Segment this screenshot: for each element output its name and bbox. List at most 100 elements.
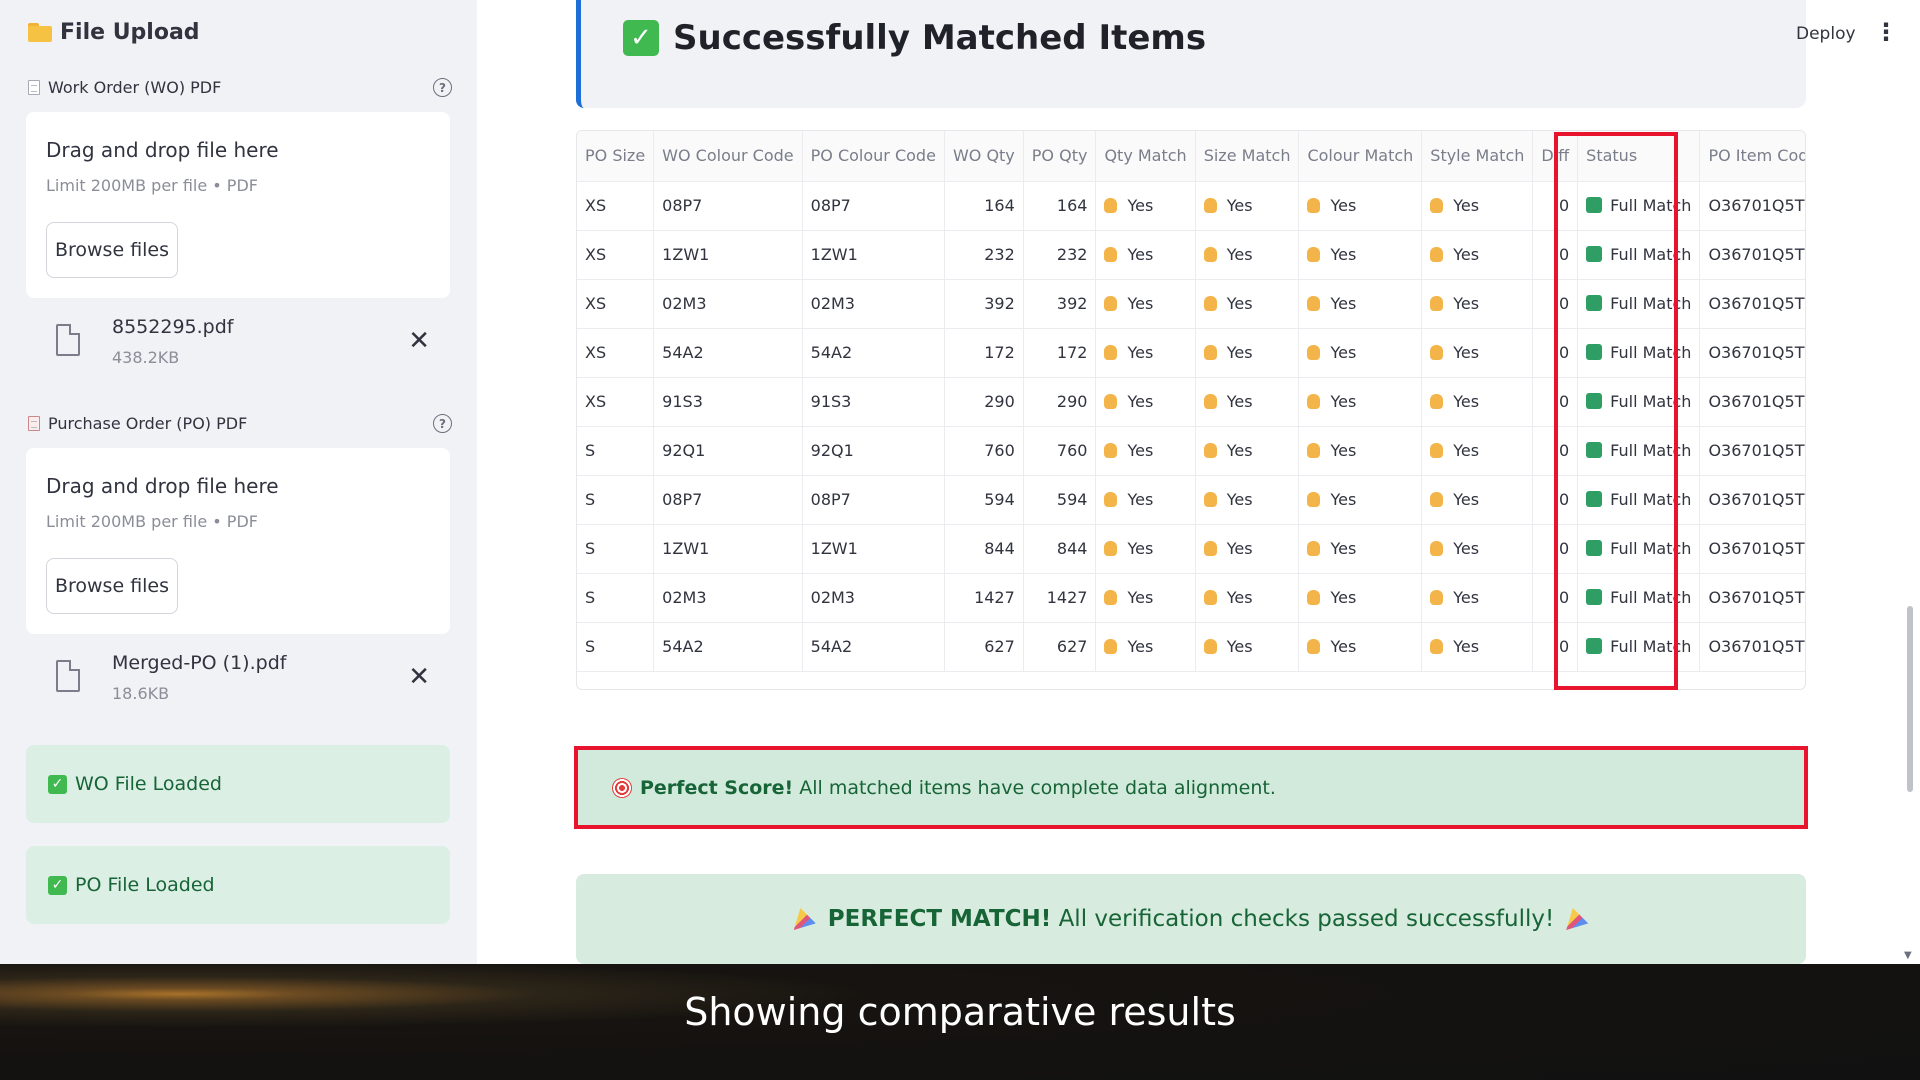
cell-text: 91S3 [662, 392, 703, 411]
table-row[interactable]: XS 1ZW1 1ZW1 232 232 Yes Yes Yes Yes 0 Full Match O… [577, 230, 1805, 280]
table-row[interactable]: S 02M3 02M3 1427 1427 Yes Yes Yes Yes 0 Full Match… [577, 573, 1805, 623]
cell-text: 54A2 [662, 343, 704, 362]
cell-text: Yes [1226, 441, 1253, 460]
cell-text: Yes [1330, 490, 1357, 509]
table-cell: Yes [1195, 524, 1300, 574]
cell-text: Yes [1226, 490, 1253, 509]
table-cell: Yes [1298, 181, 1423, 231]
table-cell: 54A2 [802, 622, 945, 672]
table-cell: Yes [1195, 622, 1300, 672]
thumbs-up-icon [1104, 492, 1118, 507]
table-row[interactable]: S 92Q1 92Q1 760 760 Yes Yes Yes Yes 0 Full Match O3… [577, 426, 1805, 476]
table-cell: 0 [1532, 475, 1579, 525]
cell-text: 627 [1056, 637, 1088, 656]
wo-browse-button[interactable]: Browse files [46, 222, 178, 278]
kebab-menu-icon[interactable]: ⋮ [1874, 20, 1898, 44]
table-cell: 02M3 [653, 279, 803, 329]
cell-text: Full Match [1610, 490, 1692, 509]
column-header[interactable]: Qty Match [1095, 131, 1196, 182]
checkmark-icon: ✓ [623, 20, 659, 56]
table-cell: 1ZW1 [802, 524, 945, 574]
green-square-icon [1586, 344, 1603, 360]
cell-text: Yes [1330, 588, 1357, 607]
scrollbar[interactable] [1907, 606, 1913, 792]
cell-text: Yes [1330, 245, 1357, 264]
document-icon [28, 80, 40, 95]
column-header[interactable]: PO Item Code [1699, 131, 1805, 182]
table-cell: Yes [1095, 181, 1196, 231]
cell-text: Yes [1226, 637, 1253, 656]
table-cell: O36701Q5TG1 [1699, 426, 1805, 476]
dropzone-limit: Limit 200MB per file • PDF [46, 176, 258, 195]
cell-text: Full Match [1610, 392, 1692, 411]
column-header[interactable]: WO Colour Code [653, 131, 803, 182]
column-header[interactable]: PO Qty [1023, 131, 1097, 182]
po-dropzone[interactable]: Drag and drop file here Limit 200MB per … [26, 448, 450, 634]
scroll-down-icon[interactable]: ▼ [1904, 950, 1912, 961]
cell-text: 0 [1558, 392, 1570, 411]
cell-text: Full Match [1610, 588, 1692, 607]
thumbs-up-icon [1430, 541, 1444, 556]
table-cell: 08P7 [802, 181, 945, 231]
wo-dropzone[interactable]: Drag and drop file here Limit 200MB per … [26, 112, 450, 298]
cell-text: Yes [1330, 441, 1357, 460]
caption-text: Showing comparative results [684, 990, 1236, 1034]
column-header[interactable]: Size Match [1195, 131, 1300, 182]
thumbs-up-icon [1307, 345, 1321, 360]
deploy-button[interactable]: Deploy [1796, 24, 1856, 44]
cell-text: 0 [1558, 245, 1570, 264]
matched-items-table[interactable]: PO Size WO Colour Code PO Colour Code WO Qt… [576, 130, 1806, 690]
column-header[interactable]: PO Size [577, 131, 655, 182]
column-header[interactable]: WO Qty [944, 131, 1024, 182]
cell-text: Yes [1226, 392, 1253, 411]
table-cell: 627 [944, 622, 1024, 672]
cell-text: 91S3 [810, 392, 852, 411]
cell-text: Full Match [1610, 441, 1692, 460]
table-row[interactable]: S 08P7 08P7 594 594 Yes Yes Yes Yes 0 Full Match O3… [577, 475, 1805, 525]
file-icon [56, 660, 80, 692]
thumbs-up-icon [1307, 492, 1321, 507]
cell-text: 02M3 [662, 294, 707, 313]
table-cell: Yes [1298, 230, 1423, 280]
table-row[interactable]: XS 54A2 54A2 172 172 Yes Yes Yes Yes 0 Full Match O… [577, 328, 1805, 378]
column-header[interactable]: Colour Match [1298, 131, 1423, 182]
help-icon[interactable]: ? [433, 78, 452, 97]
thumbs-up-icon [1203, 492, 1217, 507]
po-uploaded-file: Merged-PO (1).pdf 18.6KB ✕ [26, 642, 450, 728]
table-cell: Yes [1298, 279, 1423, 329]
table-cell: Yes [1298, 622, 1423, 672]
column-header[interactable]: Diff [1532, 131, 1579, 182]
cell-text: 164 [984, 196, 1015, 215]
cell-text: S [585, 490, 596, 509]
table-cell: Full Match [1577, 622, 1701, 672]
table-row[interactable]: XS 02M3 02M3 392 392 Yes Yes Yes Yes 0 Full Match O… [577, 279, 1805, 329]
thumbs-up-icon [1307, 590, 1321, 605]
cell-text: Yes [1226, 539, 1253, 558]
po-loaded-alert: ✓ PO File Loaded [26, 846, 450, 924]
column-header[interactable]: Style Match [1421, 131, 1534, 182]
table-cell: Yes [1195, 230, 1300, 280]
perfect-score-alert: Perfect Score! All matched items have co… [574, 746, 1808, 829]
thumbs-up-icon [1430, 345, 1444, 360]
green-square-icon [1586, 246, 1603, 262]
close-icon[interactable]: ✕ [408, 328, 430, 354]
table-row[interactable]: S 54A2 54A2 627 627 Yes Yes Yes Yes 0 Full Match O3… [577, 622, 1805, 672]
po-browse-button[interactable]: Browse files [46, 558, 178, 614]
close-icon[interactable]: ✕ [408, 664, 430, 690]
table-cell: Yes [1095, 622, 1196, 672]
cell-text: Yes [1226, 245, 1253, 264]
cell-text: 08P7 [662, 490, 703, 509]
table-cell: Yes [1298, 426, 1423, 476]
green-square-icon [1586, 540, 1603, 556]
table-row[interactable]: XS 08P7 08P7 164 164 Yes Yes Yes Yes 0 Full Match O… [577, 181, 1805, 231]
column-header[interactable]: PO Colour Code [802, 131, 945, 182]
cell-text: S [585, 588, 596, 607]
cell-text: Yes [1453, 392, 1480, 411]
column-header[interactable]: Status [1577, 131, 1701, 182]
help-icon[interactable]: ? [433, 414, 452, 433]
cell-text: Yes [1453, 490, 1480, 509]
table-row[interactable]: S 1ZW1 1ZW1 844 844 Yes Yes Yes Yes 0 Full Match O3… [577, 524, 1805, 574]
thumbs-up-icon [1104, 590, 1118, 605]
table-row[interactable]: XS 91S3 91S3 290 290 Yes Yes Yes Yes 0 Full Match O… [577, 377, 1805, 427]
table-cell: Yes [1298, 524, 1423, 574]
